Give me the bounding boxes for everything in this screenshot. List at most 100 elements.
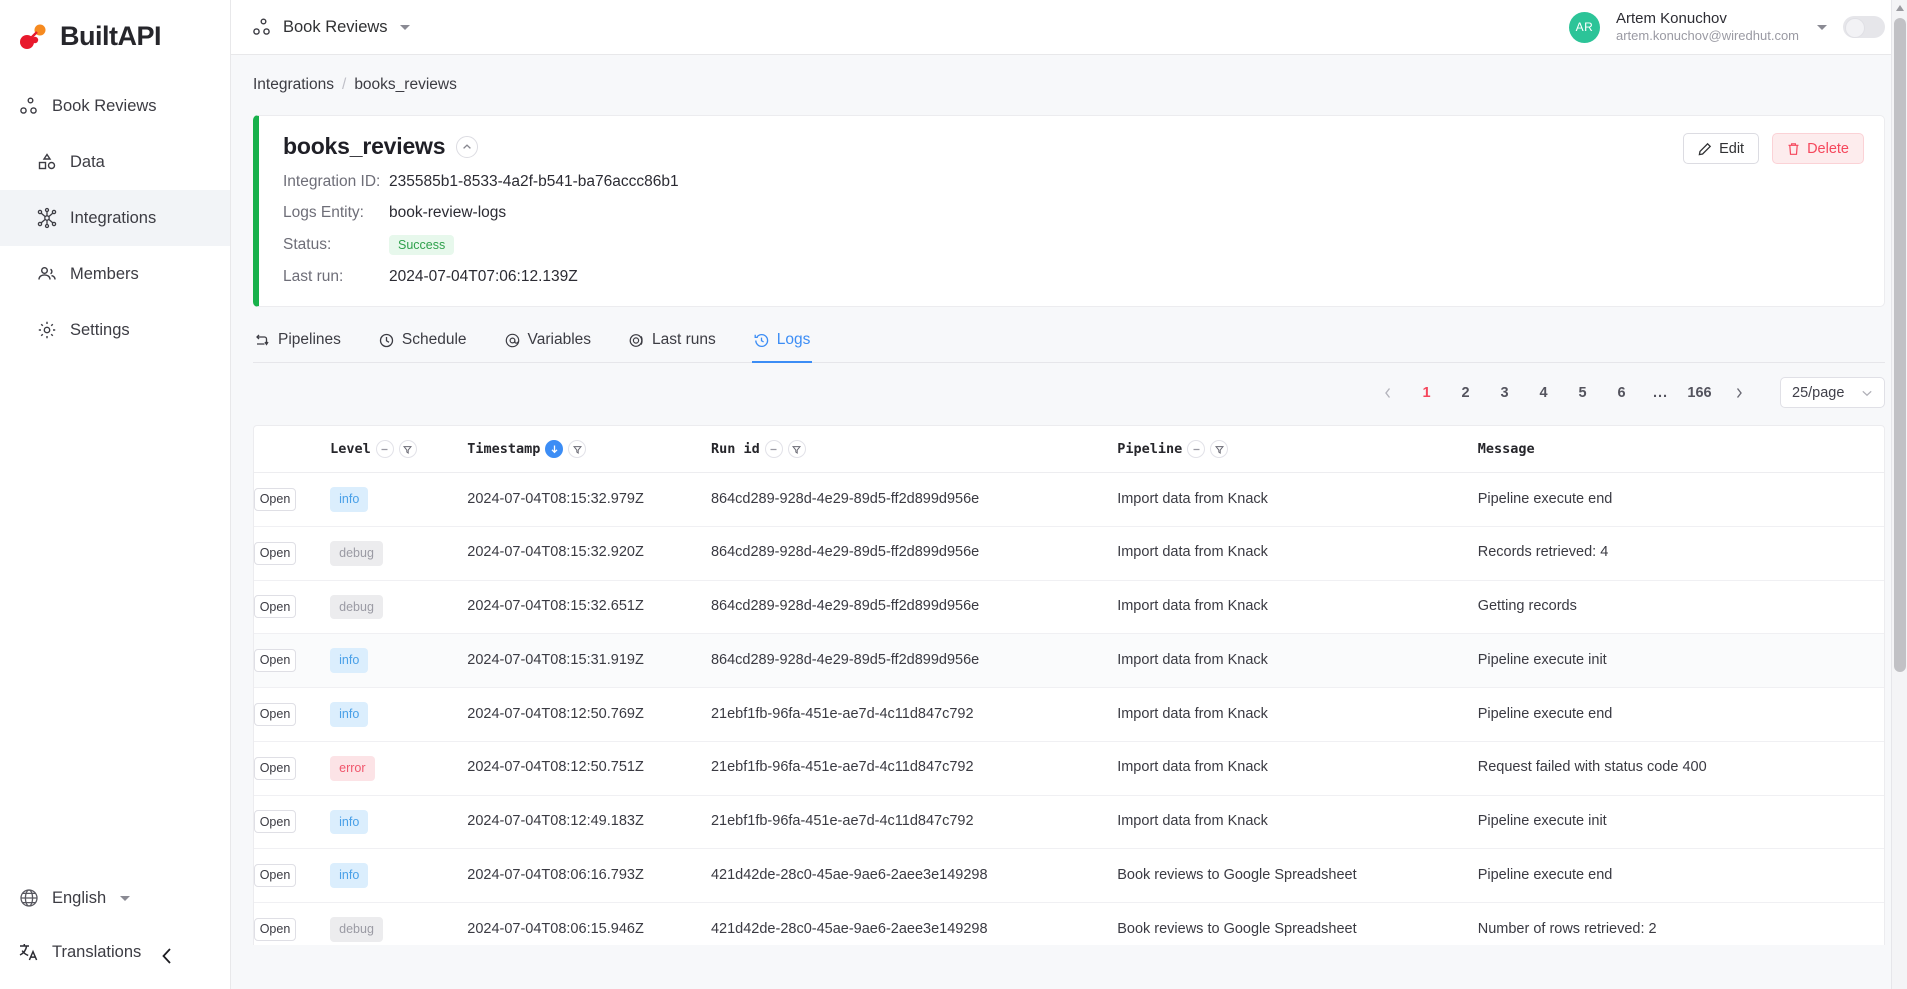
table-row[interactable]: Open info 2024-07-04T08:06:16.793Z 421d42de…	[254, 848, 1884, 903]
workspace-label: Book Reviews	[283, 17, 388, 36]
vertical-scrollbar[interactable]	[1891, 0, 1907, 989]
pagination-prev[interactable]	[1374, 379, 1401, 406]
translations-link[interactable]: Translations	[0, 925, 230, 979]
table-row[interactable]: Open info 2024-07-04T08:12:50.769Z 21ebf1fb…	[254, 687, 1884, 742]
language-selector[interactable]: English	[0, 871, 230, 925]
pagination-ellipsis[interactable]: ...	[1647, 379, 1674, 406]
cell-timestamp: 2024-07-04T08:15:32.651Z	[467, 580, 711, 635]
cell-level: info	[330, 687, 468, 742]
tab-label: Variables	[527, 331, 592, 348]
pagination-page-2[interactable]: 2	[1452, 379, 1479, 406]
field-last-run: Last run: 2024-07-04T07:06:12.139Z	[283, 268, 1862, 286]
tab-last-runs[interactable]: Last runs	[627, 327, 718, 362]
table-row[interactable]: Open debug 2024-07-04T08:06:15.946Z 421d42d…	[254, 902, 1884, 945]
tab-pipelines[interactable]: Pipelines	[253, 327, 343, 362]
language-label: English	[52, 888, 107, 907]
user-name: Artem Konuchov	[1616, 9, 1727, 27]
tab-schedule[interactable]: Schedule	[377, 327, 469, 362]
integrations-network-icon	[36, 207, 58, 229]
cell-open: Open	[254, 580, 331, 635]
chevron-down-icon	[1861, 389, 1873, 397]
scroll-up-arrow-icon[interactable]	[1896, 5, 1904, 11]
cell-timestamp: 2024-07-04T08:15:31.919Z	[467, 633, 711, 688]
cell-message: Pipeline execute end	[1477, 687, 1884, 742]
table-row[interactable]: Open debug 2024-07-04T08:15:32.920Z 864cd28…	[254, 526, 1884, 581]
open-log-button[interactable]: Open	[254, 541, 296, 565]
table-row[interactable]: Open error 2024-07-04T08:12:50.751Z 21ebf1f…	[254, 741, 1884, 796]
tab-logs[interactable]: Logs	[751, 327, 813, 363]
pagination-page-5[interactable]: 5	[1569, 379, 1596, 406]
level-badge: debug	[330, 540, 383, 566]
field-value: book-review-logs	[389, 204, 507, 221]
cell-open: Open	[254, 687, 331, 742]
pipelines-icon	[255, 333, 270, 348]
pagination-page-3[interactable]: 3	[1491, 379, 1518, 406]
sidebar-collapse-button[interactable]	[152, 941, 182, 971]
cell-timestamp: 2024-07-04T08:06:16.793Z	[467, 848, 711, 903]
sort-run-id-icon[interactable]	[764, 440, 783, 458]
filter-timestamp-icon[interactable]	[568, 440, 587, 458]
open-log-button[interactable]: Open	[254, 864, 296, 888]
logs-table: Level Timestamp Run id Pipeline Message …	[254, 426, 1884, 945]
tab-variables[interactable]: Variables	[503, 327, 593, 362]
sidebar-item-settings[interactable]: Settings	[0, 302, 230, 358]
cell-message: Records retrieved: 4	[1477, 526, 1884, 581]
pagination-page-1[interactable]: 1	[1413, 379, 1440, 406]
pagination-next[interactable]	[1725, 379, 1752, 406]
level-badge: info	[330, 863, 369, 888]
user-email: artem.konuchov@wiredhut.com	[1616, 28, 1799, 44]
workspace-selector[interactable]: Book Reviews	[251, 16, 410, 38]
open-log-button[interactable]: Open	[254, 702, 296, 726]
theme-toggle[interactable]	[1843, 16, 1885, 38]
cell-timestamp: 2024-07-04T08:12:50.751Z	[467, 741, 711, 796]
sort-timestamp-desc-icon[interactable]	[545, 440, 564, 458]
sort-level-icon[interactable]	[375, 440, 394, 458]
scrollbar-thumb[interactable]	[1894, 18, 1906, 672]
sort-pipeline-icon[interactable]	[1187, 440, 1206, 458]
page-content: Integrations / books_reviews books_revie…	[231, 55, 1907, 989]
delete-button[interactable]: Delete	[1772, 133, 1864, 164]
user-info[interactable]: Artem Konuchov artem.konuchov@wiredhut.c…	[1616, 10, 1799, 45]
cell-pipeline: Import data from Knack	[1117, 472, 1478, 527]
open-log-button[interactable]: Open	[254, 595, 296, 619]
open-log-button[interactable]: Open	[254, 810, 296, 834]
pagination-page-last[interactable]: 166	[1686, 379, 1713, 406]
pagination-page-6[interactable]: 6	[1608, 379, 1635, 406]
breadcrumb-parent[interactable]: Integrations	[253, 76, 334, 94]
open-log-button[interactable]: Open	[254, 487, 296, 511]
sidebar-item-label: Book Reviews	[52, 96, 157, 115]
brand[interactable]: BuiltAPI	[0, 0, 230, 56]
chevron-left-icon	[159, 946, 175, 966]
sidebar-item-members[interactable]: Members	[0, 246, 230, 302]
user-menu-caret-down-icon[interactable]	[1817, 24, 1827, 30]
open-log-button[interactable]: Open	[254, 649, 296, 673]
page-size-select[interactable]: 25/page	[1780, 377, 1885, 408]
table-row[interactable]: Open info 2024-07-04T08:12:49.183Z 21ebf1fb…	[254, 795, 1884, 850]
sidebar-item-book-reviews[interactable]: Book Reviews	[0, 78, 230, 134]
cell-level: error	[330, 741, 468, 796]
table-row[interactable]: Open info 2024-07-04T08:15:31.919Z 864cd289…	[254, 633, 1884, 688]
cell-pipeline: Import data from Knack	[1117, 633, 1478, 688]
cell-level: info	[330, 848, 468, 903]
edit-button[interactable]: Edit	[1683, 133, 1760, 164]
history-icon	[629, 333, 644, 348]
table-row[interactable]: Open info 2024-07-04T08:15:32.979Z 864cd289…	[254, 472, 1884, 527]
sidebar-item-data[interactable]: Data	[0, 134, 230, 190]
filter-level-icon[interactable]	[398, 440, 417, 458]
filter-run-id-icon[interactable]	[787, 440, 806, 458]
sidebar-item-label: Settings	[70, 320, 130, 339]
column-label: Pipeline	[1117, 441, 1183, 457]
cell-pipeline: Book reviews to Google Spreadsheet	[1117, 902, 1478, 945]
table-row[interactable]: Open debug 2024-07-04T08:15:32.651Z 864cd28…	[254, 580, 1884, 635]
open-log-button[interactable]: Open	[254, 917, 296, 941]
pagination-page-4[interactable]: 4	[1530, 379, 1557, 406]
cell-timestamp: 2024-07-04T08:06:15.946Z	[467, 902, 711, 945]
integration-tabs: Pipelines Schedule Variables Last runs L…	[253, 327, 1885, 363]
avatar[interactable]: AR	[1569, 11, 1600, 43]
sidebar-item-integrations[interactable]: Integrations	[0, 190, 230, 246]
open-log-button[interactable]: Open	[254, 756, 296, 780]
filter-pipeline-icon[interactable]	[1210, 440, 1229, 458]
cell-open: Open	[254, 795, 331, 850]
cell-level: info	[330, 472, 468, 527]
collapse-card-button[interactable]	[456, 135, 479, 158]
